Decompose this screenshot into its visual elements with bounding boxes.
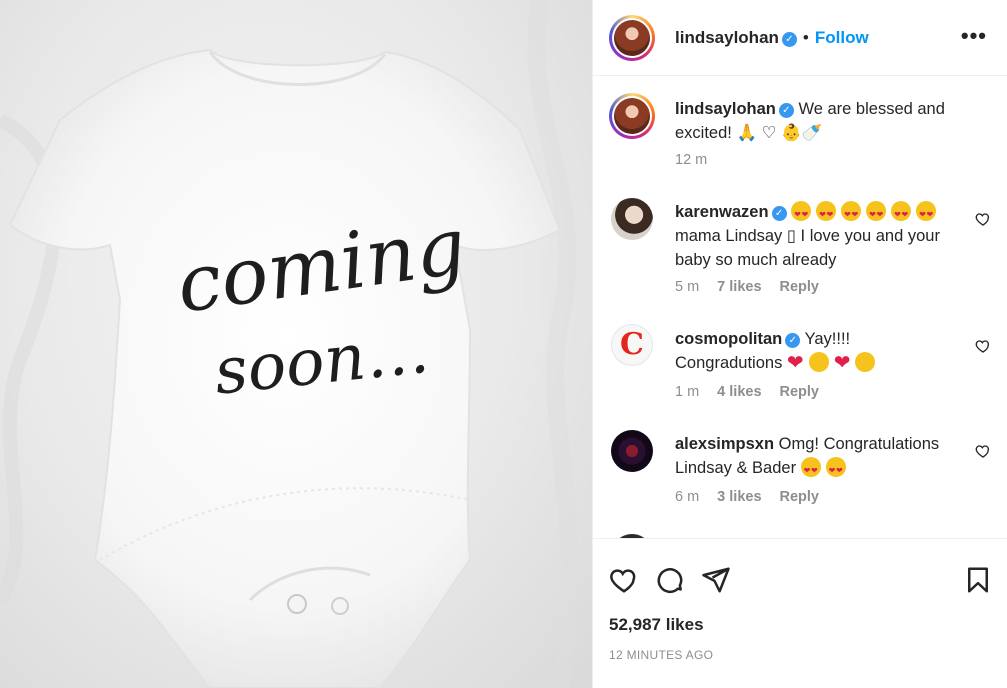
heart-eyes-emoji-icon	[825, 457, 846, 483]
comment-age: 1 m	[675, 384, 700, 400]
author-username[interactable]: lindsaylohan	[675, 28, 779, 47]
bookmark-icon[interactable]	[963, 565, 993, 595]
comment-text: alexsimpsxn Omg! Congratulations Lindsay…	[675, 432, 965, 483]
comment-meta: 1 m 4 likes Reply	[675, 384, 819, 400]
heart-eyes-emoji-icon	[800, 457, 821, 483]
comment-username[interactable]: cosmopolitan	[675, 330, 782, 348]
post-side-panel: lindsaylohan ✓ • Follow ••• lindsaylohan ✓ W…	[592, 0, 1007, 688]
comment-text: cosmopolitan ✓ Yay!!!! Congradutions ❤ ❤	[675, 327, 965, 375]
caption-body-1: We are blessed and	[798, 100, 945, 118]
comment-age: 5 m	[675, 279, 700, 295]
heart-eyes-emoji-icon	[866, 201, 887, 227]
heart-eyes-emoji-icon	[916, 201, 937, 227]
heart-eyes-emoji-icon	[841, 201, 862, 227]
comment-avatar[interactable]	[611, 430, 653, 472]
crying-emoji-icon	[808, 352, 829, 372]
send-icon[interactable]	[701, 565, 731, 595]
verified-badge-icon: ✓	[781, 32, 797, 47]
caption-username[interactable]: lindsaylohan	[675, 100, 776, 118]
verified-badge-icon: ✓	[785, 333, 801, 348]
comment-meta: 6 m 3 likes Reply	[675, 489, 819, 505]
heart-icon[interactable]	[609, 565, 639, 595]
post-image[interactable]: coming soon…	[0, 0, 592, 688]
caption-avatar[interactable]	[609, 93, 655, 139]
red-heart-emoji-icon: ❤	[786, 352, 804, 374]
author-avatar[interactable]	[609, 15, 655, 61]
comment-icon[interactable]	[655, 565, 685, 595]
likes-count[interactable]: 52,987 likes	[609, 615, 704, 635]
comment-text: karenwazen✓ mama Lindsay ▯ I love you an…	[675, 200, 965, 272]
cosmopolitan-logo-icon: C	[620, 327, 644, 362]
reply-button[interactable]: Reply	[780, 489, 820, 505]
comment-username[interactable]: alexsimpsxn	[675, 435, 774, 453]
comment-age: 6 m	[675, 489, 700, 505]
verified-badge-icon: ✓	[771, 206, 787, 221]
comment-username[interactable]: karenwazen	[675, 203, 769, 221]
instagram-post-view: coming soon… lindsaylohan ✓ • Follow ••• li…	[0, 0, 1007, 688]
heart-eyes-emoji-icon	[816, 201, 837, 227]
comment-like-heart-icon[interactable]	[975, 338, 991, 354]
heart-eyes-emoji-icon	[791, 201, 812, 227]
caption-body-2: excited! 🙏 ♡ 👶🍼	[675, 124, 823, 142]
follow-button[interactable]: Follow	[815, 28, 869, 47]
comment-body-line: Lindsay & Bader	[675, 459, 797, 477]
post-header: lindsaylohan ✓ • Follow •••	[593, 0, 1007, 76]
comment-like-heart-icon[interactable]	[975, 443, 991, 459]
reply-button[interactable]: Reply	[780, 384, 820, 400]
comment-body-line: baby so much already	[675, 251, 837, 269]
post-actions: 52,987 likes 12 MINUTES AGO	[593, 538, 1007, 688]
separator: •	[802, 28, 809, 47]
post-timestamp: 12 MINUTES AGO	[609, 648, 714, 662]
red-heart-emoji-icon: ❤	[833, 352, 851, 374]
more-options-icon[interactable]: •••	[961, 25, 987, 47]
reply-button[interactable]: Reply	[780, 279, 820, 295]
comment-meta: 5 m 7 likes Reply	[675, 279, 819, 295]
crying-emoji-icon	[855, 352, 876, 372]
comment-likes[interactable]: 7 likes	[717, 279, 761, 295]
comments-list[interactable]: lindsaylohan ✓ We are blessed and excited…	[593, 76, 1007, 538]
header-author-line: lindsaylohan ✓ • Follow	[675, 28, 869, 48]
comment-body-line: Congradutions	[675, 354, 783, 372]
comment-body-line: Yay!!!!	[804, 330, 851, 348]
comment-likes[interactable]: 3 likes	[717, 489, 761, 505]
comment-body-line: Omg! Congratulations	[778, 435, 940, 453]
comment-body-line: mama Lindsay ▯ I love you and your	[675, 227, 940, 245]
comment-like-heart-icon[interactable]	[975, 211, 991, 227]
verified-badge-icon: ✓	[778, 103, 794, 118]
caption-text: lindsaylohan ✓ We are blessed and excited…	[675, 97, 965, 145]
comment-avatar[interactable]	[611, 198, 653, 240]
baby-onesie-illustration: coming soon…	[0, 0, 579, 688]
comment-likes[interactable]: 4 likes	[717, 384, 761, 400]
heart-eyes-emoji-icon	[891, 201, 912, 227]
comment-avatar[interactable]: C	[611, 324, 653, 366]
caption-age: 12 m	[675, 152, 708, 168]
